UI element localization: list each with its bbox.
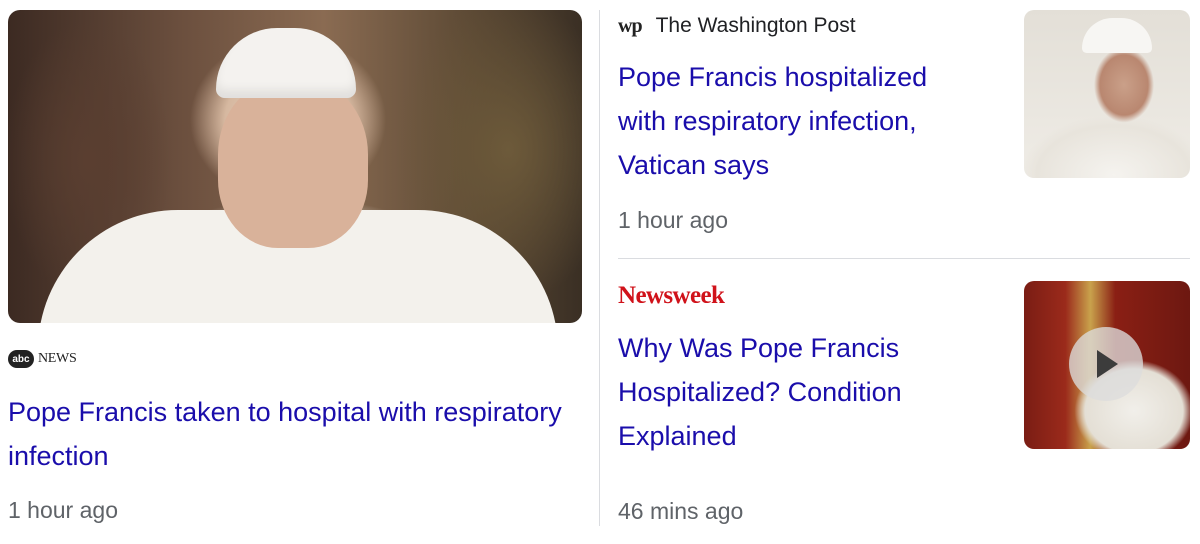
newsweek-logo: Newsweek <box>618 282 725 309</box>
lead-story-image[interactable] <box>8 10 582 323</box>
thumbnail-cap-shape <box>1082 18 1152 53</box>
story-1-title[interactable]: Pope Francis hospitalized with respirato… <box>618 55 978 187</box>
vertical-divider <box>599 10 600 526</box>
story-2-title[interactable]: Why Was Pope Francis Hospitalized? Condi… <box>618 326 978 458</box>
story-2-source: Newsweek <box>618 280 725 312</box>
lead-story-time: 1 hour ago <box>8 497 118 523</box>
washington-post-logo: wp <box>618 14 643 37</box>
lead-story-title[interactable]: Pope Francis taken to hospital with resp… <box>8 390 568 478</box>
abc-logo: abc <box>8 350 34 368</box>
story-2-video-thumbnail[interactable] <box>1024 281 1190 449</box>
story-1-thumbnail[interactable] <box>1024 10 1190 178</box>
play-icon[interactable] <box>1069 327 1143 401</box>
image-face-shape <box>218 78 368 248</box>
image-cap-shape <box>216 28 356 98</box>
story-1-time: 1 hour ago <box>618 207 728 233</box>
story-1-source: wp The Washington Post <box>618 12 856 40</box>
lead-source-name: NEWS <box>38 351 77 366</box>
story-1-source-name: The Washington Post <box>655 14 856 37</box>
story-2-time: 46 mins ago <box>618 498 744 524</box>
lead-source: abc NEWS <box>8 348 77 370</box>
horizontal-divider <box>618 258 1190 259</box>
